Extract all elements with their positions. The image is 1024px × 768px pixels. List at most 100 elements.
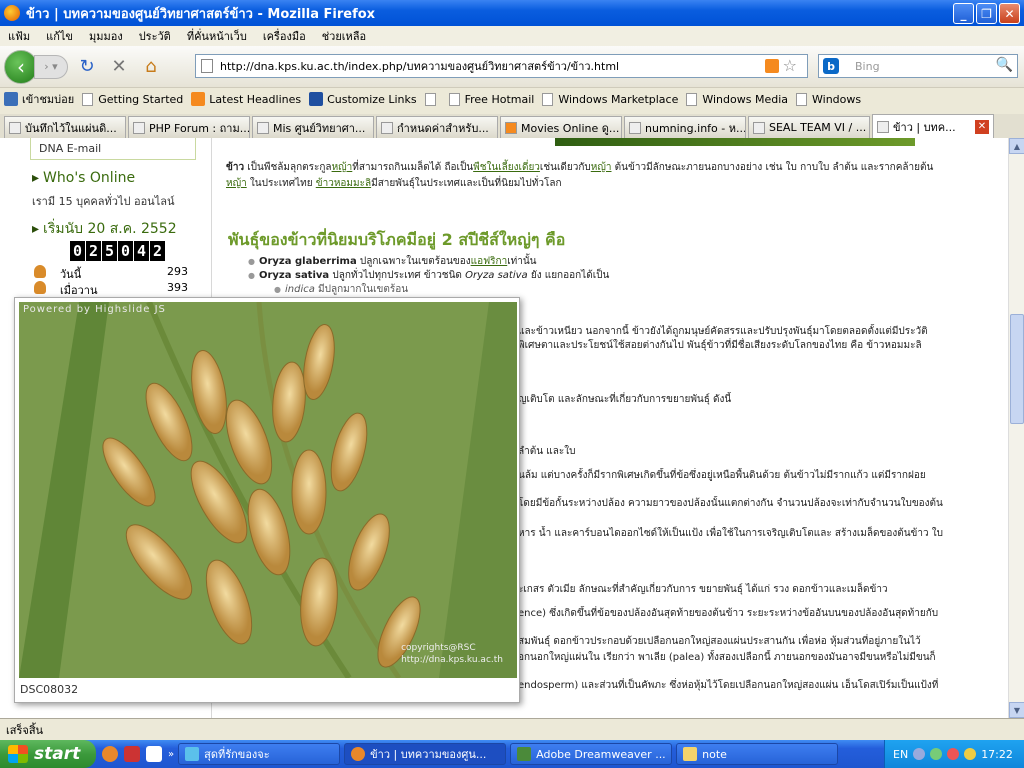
close-tab-icon[interactable]: ✕ xyxy=(975,119,989,134)
image-caption: DSC08032 xyxy=(20,683,79,696)
url-text[interactable]: http://dna.kps.ku.ac.th/index.php/บทความ… xyxy=(220,57,619,75)
link-monocot[interactable]: พืชในเลี้ยงเดี่ยว xyxy=(473,162,540,173)
start-button[interactable]: start xyxy=(0,740,96,768)
acrobat-quicklaunch-icon[interactable] xyxy=(146,746,162,762)
rice-grains-image xyxy=(19,302,517,678)
home-icon[interactable]: ⌂ xyxy=(138,54,164,80)
page-icon xyxy=(448,92,460,106)
url-bar[interactable]: http://dna.kps.ku.ac.th/index.php/บทความ… xyxy=(195,54,808,78)
link-africa[interactable]: แอฟริกา xyxy=(471,256,508,267)
tab-favicon xyxy=(753,121,765,134)
bookmark-blank[interactable] xyxy=(424,92,441,106)
blogger-icon xyxy=(505,121,517,134)
menu-file[interactable]: แฟ้ม xyxy=(8,27,30,45)
image-popup[interactable]: Powered by Highslide JS copyrights@RSC ht… xyxy=(14,297,520,703)
dreamweaver-icon xyxy=(517,747,532,761)
intro-paragraph: ข้าว เป็นพืชล้มลุกตระกูลหญ้าที่สามารถกิน… xyxy=(226,162,934,189)
tab-favicon xyxy=(877,120,889,133)
copyright-watermark: copyrights@RSC http://dna.kps.ku.ac.th xyxy=(401,643,503,665)
search-icon[interactable]: 🔍 xyxy=(996,57,1013,73)
clock: 17:22 xyxy=(981,747,1013,761)
firefox-icon xyxy=(4,5,20,21)
firefox-quicklaunch-icon[interactable] xyxy=(102,746,118,762)
tab-6[interactable]: numning.info - ห... xyxy=(624,116,746,138)
counter-digit: 0 xyxy=(70,241,85,261)
bing-icon[interactable]: b xyxy=(823,58,839,74)
rss-icon[interactable] xyxy=(765,59,779,73)
restore-button[interactable]: ❐ xyxy=(976,3,997,24)
reload-icon[interactable]: ↻ xyxy=(74,54,100,80)
vertical-scrollbar[interactable]: ▲ ▼ xyxy=(1008,138,1024,718)
article-line: endosperm) และส่วนที่เป็นคัพภะ ซึ่งห่อหุ… xyxy=(518,680,939,691)
page-icon xyxy=(796,92,807,106)
bookmark-customize-links[interactable]: Customize Links xyxy=(309,92,417,106)
status-text: เสร็จสิ้น xyxy=(6,723,44,737)
article-line: ลำต้น และใบ xyxy=(518,446,576,457)
tab-3[interactable]: Mis ศูนย์วิทยาศา... xyxy=(252,116,374,138)
taskbar: start » สุดที่รักของจะ ข้าว | บทความของศ… xyxy=(0,740,1024,768)
user-icon xyxy=(34,281,46,294)
bookmark-windows-media[interactable]: Windows Media xyxy=(686,92,788,106)
link-grass-3[interactable]: หญ้า xyxy=(226,178,247,189)
task-note[interactable]: note xyxy=(676,743,839,765)
scroll-up-arrow[interactable]: ▲ xyxy=(1009,138,1024,154)
task-firefox[interactable]: ข้าว | บทความของศูน... xyxy=(344,743,507,765)
tray-arrow-icon[interactable] xyxy=(913,748,926,760)
article-line: หาร น้ำ และคาร์บอนไดออกไซด์ให้เป็นแป้ง เ… xyxy=(518,528,944,539)
bookmark-windows-marketplace[interactable]: Windows Marketplace xyxy=(542,92,678,106)
counter-digit: 5 xyxy=(102,241,117,261)
powered-by-label: Powered by Highslide JS xyxy=(23,304,166,315)
page-icon xyxy=(686,92,698,106)
bookmark-most-visited[interactable]: เข้าชมบ่อย xyxy=(4,90,74,108)
app-quicklaunch-icon[interactable] xyxy=(124,746,140,762)
link-jasmine-rice[interactable]: ข้าวหอมมะลิ xyxy=(316,178,371,189)
windows-logo-icon xyxy=(8,745,28,763)
star-bookmark-icon[interactable]: ☆ xyxy=(783,56,797,75)
menu-tools[interactable]: เครื่องมือ xyxy=(263,27,306,45)
tab-active[interactable]: ข้าว | บทค... ✕ xyxy=(872,114,994,138)
tab-2[interactable]: PHP Forum : ถาม... xyxy=(128,116,250,138)
bookmark-latest-headlines[interactable]: Latest Headlines xyxy=(191,92,301,106)
menu-history[interactable]: ประวัติ xyxy=(139,27,171,45)
back-button[interactable]: ‹ xyxy=(4,49,38,84)
scroll-thumb[interactable] xyxy=(1010,314,1024,424)
bookmark-getting-started[interactable]: Getting Started xyxy=(82,92,183,106)
tab-7[interactable]: SEAL TEAM VI / ... xyxy=(748,116,870,138)
network-icon[interactable] xyxy=(930,748,943,760)
task-dreamweaver[interactable]: Adobe Dreamweaver ... xyxy=(510,743,673,765)
chat-icon xyxy=(185,747,200,761)
tab-4[interactable]: กำหนดค่าสำหรับ... xyxy=(376,116,498,138)
bookmark-windows[interactable]: Windows xyxy=(796,92,861,106)
forward-button[interactable]: › ▾ xyxy=(34,54,68,79)
antivirus-icon[interactable] xyxy=(947,748,960,760)
search-input[interactable]: Bing xyxy=(855,60,880,73)
menu-view[interactable]: มุมมอง xyxy=(89,27,123,45)
page-icon xyxy=(201,59,213,73)
tab-5[interactable]: Movies Online ดู... xyxy=(500,116,622,138)
rice-photo[interactable]: Powered by Highslide JS copyrights@RSC ht… xyxy=(19,302,517,678)
link-grass-2[interactable]: หญ้า xyxy=(591,162,612,173)
link-grass[interactable]: หญ้า xyxy=(332,162,353,173)
menu-bookmarks[interactable]: ที่คั่นหน้าเว็บ xyxy=(187,27,247,45)
counter-digit: 0 xyxy=(118,241,133,261)
dna-email-link[interactable]: DNA E-mail xyxy=(30,138,196,160)
stop-icon[interactable]: ✕ xyxy=(106,54,132,80)
menu-edit[interactable]: แก้ไข xyxy=(46,27,73,45)
page-icon xyxy=(424,92,436,106)
minimize-button[interactable]: _ xyxy=(953,3,974,24)
counter-digit: 4 xyxy=(134,241,149,261)
search-box[interactable]: b Bing 🔍 xyxy=(818,54,1018,78)
menu-help[interactable]: ช่วยเหลือ xyxy=(322,27,366,45)
article-line: ะเกสร ตัวเมีย ลักษณะที่สำคัญเกี่ยวกับการ… xyxy=(518,584,888,595)
window-title: ข้าว | บทความของศูนย์วิทยาศาสตร์ข้าว - M… xyxy=(26,6,376,22)
tab-1[interactable]: บันทึกไว้ในแผ่นดิ... xyxy=(4,116,126,138)
task-chat[interactable]: สุดที่รักของจะ xyxy=(178,743,341,765)
bookmark-free-hotmail[interactable]: Free Hotmail xyxy=(448,92,534,106)
tray-app-icon[interactable] xyxy=(964,748,977,760)
species-item-glaberrima: Oryza glaberrima ปลูกเฉพาะในเขตร้อนของแอ… xyxy=(248,254,537,269)
msn-icon xyxy=(309,92,324,106)
language-indicator[interactable]: EN xyxy=(893,748,908,761)
scroll-down-arrow[interactable]: ▼ xyxy=(1009,702,1024,718)
close-button[interactable]: ✕ xyxy=(999,3,1020,24)
more-icon[interactable]: » xyxy=(168,749,174,760)
